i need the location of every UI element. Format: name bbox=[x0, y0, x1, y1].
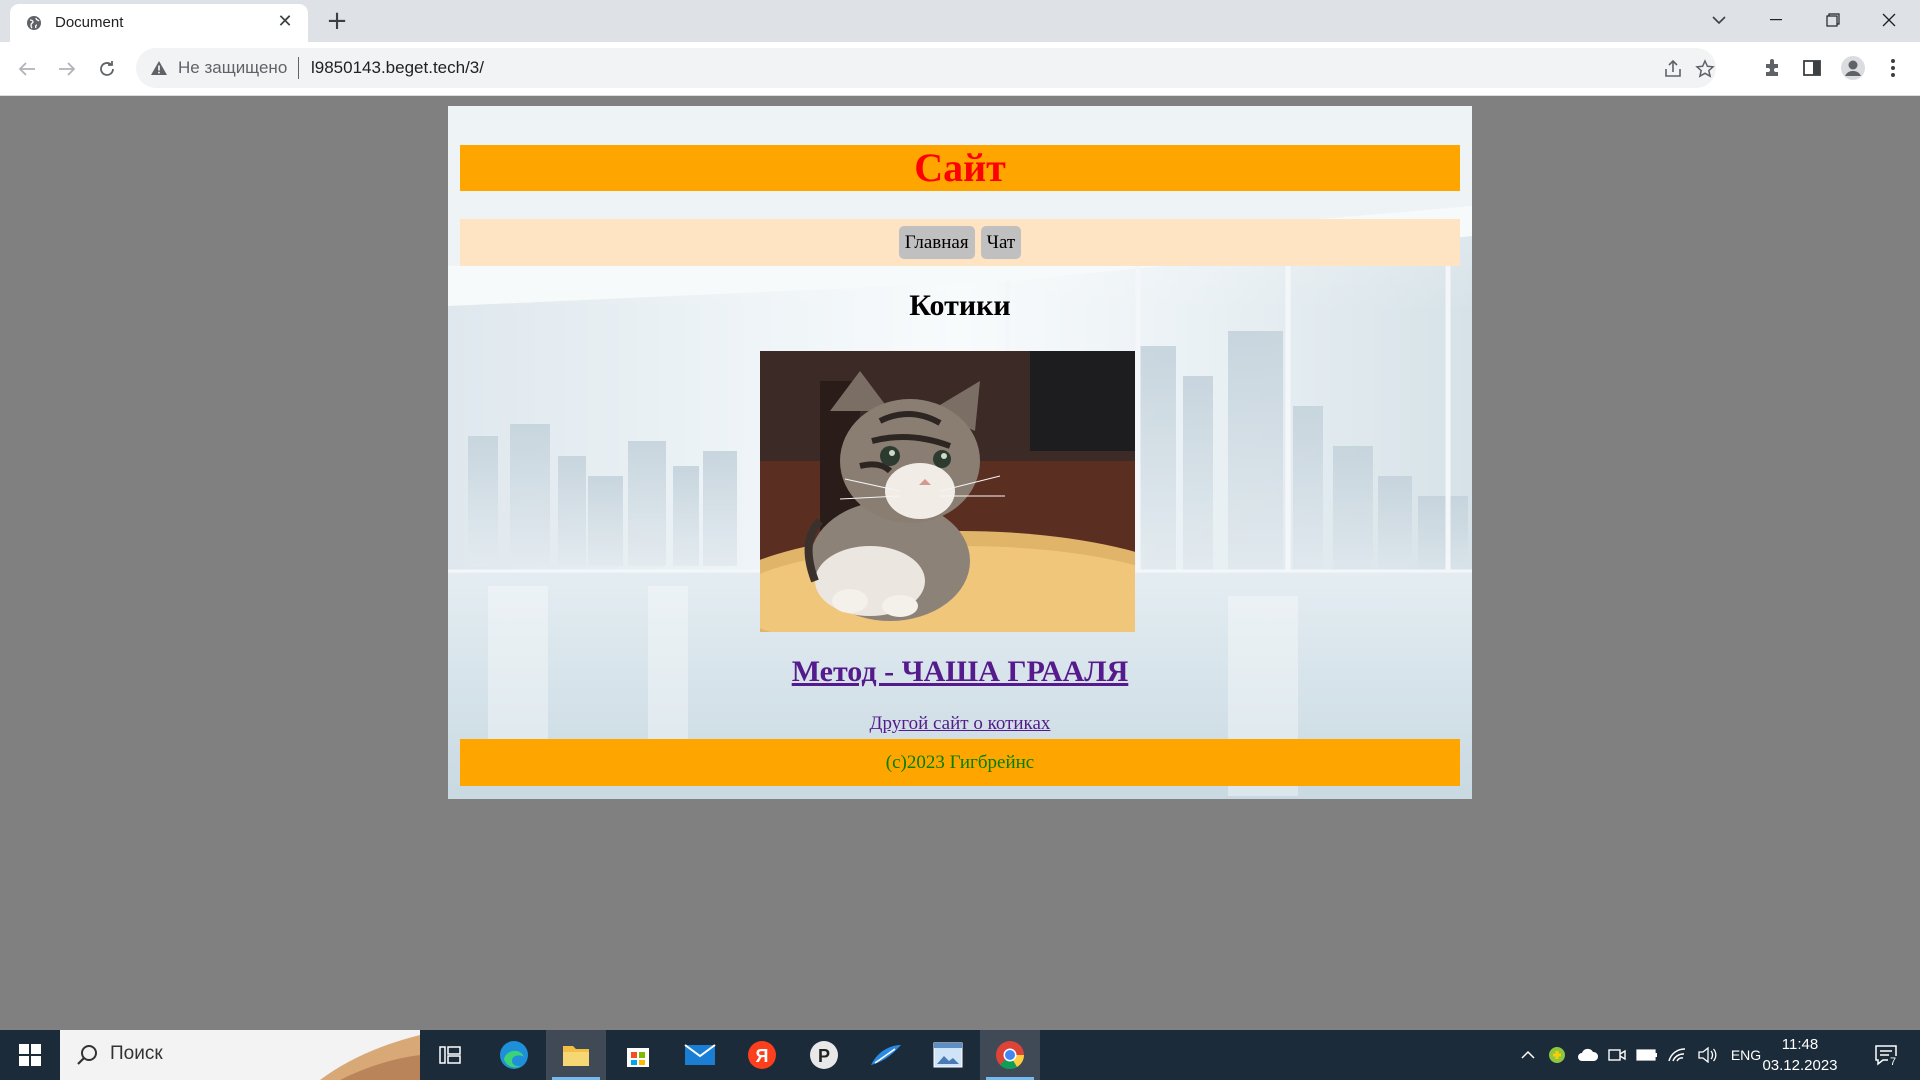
edge-browser-icon[interactable] bbox=[484, 1030, 544, 1080]
secondary-link-block: Другой сайт о котиках bbox=[448, 713, 1472, 735]
nav-home-link[interactable]: Главная bbox=[898, 226, 975, 259]
side-panel-icon[interactable] bbox=[1799, 55, 1825, 81]
omnibox-divider bbox=[298, 57, 299, 79]
not-secure-label[interactable]: Не защищено bbox=[178, 58, 287, 78]
tab-search-icon[interactable] bbox=[1696, 4, 1742, 36]
search-label: Поиск bbox=[110, 1043, 163, 1064]
onedrive-tray-icon[interactable] bbox=[1574, 1030, 1602, 1080]
restore-button[interactable] bbox=[1810, 4, 1856, 36]
yandex-disk-tray-icon[interactable] bbox=[1544, 1030, 1570, 1080]
close-window-button[interactable] bbox=[1866, 4, 1912, 36]
yandex-browser-icon[interactable]: Я bbox=[732, 1030, 792, 1080]
system-clock[interactable]: 11:48 03.12.2023 bbox=[1758, 1034, 1842, 1076]
primary-link-block: Метод - ЧАША ГРААЛЯ bbox=[448, 655, 1472, 689]
profile-avatar-icon[interactable] bbox=[1840, 55, 1866, 81]
browser-tab[interactable]: Document ✕ bbox=[10, 4, 308, 42]
clock-time: 11:48 bbox=[1781, 1036, 1819, 1053]
browser-toolbar: Не защищено l9850143.beget.tech/3/ bbox=[0, 42, 1920, 96]
p-app-icon[interactable]: P bbox=[794, 1030, 854, 1080]
svg-text:P: P bbox=[818, 1046, 830, 1066]
microsoft-store-icon[interactable] bbox=[608, 1030, 668, 1080]
site-footer: (c)2023 Гигбрейнс bbox=[460, 739, 1460, 786]
notification-center-icon[interactable]: 7 bbox=[1862, 1030, 1910, 1080]
grail-method-link[interactable]: Метод - ЧАША ГРААЛЯ bbox=[792, 655, 1129, 688]
search-icon bbox=[77, 1045, 97, 1065]
bookmark-star-icon[interactable] bbox=[1694, 58, 1716, 80]
extensions-icon[interactable] bbox=[1759, 55, 1785, 81]
forward-button[interactable] bbox=[53, 55, 81, 83]
tab-title: Document bbox=[55, 14, 124, 31]
menu-kebab-icon[interactable] bbox=[1880, 55, 1906, 81]
chrome-icon[interactable] bbox=[980, 1030, 1040, 1080]
other-cats-site-link[interactable]: Другой сайт о котиках bbox=[870, 713, 1051, 734]
close-tab-icon[interactable]: ✕ bbox=[274, 11, 296, 33]
mail-icon[interactable] bbox=[670, 1030, 730, 1080]
task-view-icon[interactable] bbox=[420, 1030, 480, 1080]
share-icon[interactable] bbox=[1662, 58, 1684, 80]
windows-logo-icon bbox=[19, 1044, 41, 1066]
site-header: Сайт bbox=[460, 145, 1460, 191]
start-button[interactable] bbox=[0, 1030, 60, 1080]
search-highlight-dunes-icon bbox=[320, 1035, 420, 1080]
taskbar-search-box[interactable]: Поиск bbox=[60, 1030, 420, 1080]
page-heading: Котики bbox=[909, 289, 1011, 322]
volume-icon[interactable] bbox=[1694, 1030, 1720, 1080]
nav-chat-link[interactable]: Чат bbox=[980, 226, 1022, 259]
notification-count-badge: 7 bbox=[1888, 1056, 1899, 1068]
windows-taskbar: Поиск Я P ENG 11:48 03.12.2023 7 bbox=[0, 1030, 1920, 1080]
kitten-photo bbox=[760, 351, 1135, 632]
svg-text:Я: Я bbox=[756, 1046, 769, 1066]
picture-viewer-icon[interactable] bbox=[918, 1030, 978, 1080]
back-button[interactable] bbox=[13, 55, 41, 83]
url-text[interactable]: l9850143.beget.tech/3/ bbox=[311, 58, 484, 78]
globe-icon bbox=[27, 16, 41, 30]
meet-now-tray-icon[interactable] bbox=[1604, 1030, 1630, 1080]
clock-date: 03.12.2023 bbox=[1762, 1057, 1838, 1074]
minimize-button[interactable] bbox=[1754, 4, 1800, 36]
show-hidden-icons-chevron-icon[interactable] bbox=[1516, 1030, 1540, 1080]
battery-icon[interactable] bbox=[1634, 1030, 1660, 1080]
address-bar[interactable]: Не защищено l9850143.beget.tech/3/ bbox=[136, 48, 1716, 88]
page-container: Сайт Главная Чат Котики Метод - ЧАША ГРА… bbox=[448, 106, 1472, 799]
site-nav: Главная Чат bbox=[460, 219, 1460, 266]
site-title: Сайт bbox=[914, 145, 1006, 190]
new-tab-button[interactable]: + bbox=[322, 6, 352, 36]
wifi-icon[interactable] bbox=[1664, 1030, 1690, 1080]
reload-button[interactable] bbox=[93, 55, 121, 83]
file-explorer-icon[interactable] bbox=[546, 1030, 606, 1080]
tab-strip: Document ✕ + bbox=[0, 0, 1920, 42]
feather-app-icon[interactable] bbox=[856, 1030, 916, 1080]
warning-icon[interactable] bbox=[150, 60, 168, 76]
